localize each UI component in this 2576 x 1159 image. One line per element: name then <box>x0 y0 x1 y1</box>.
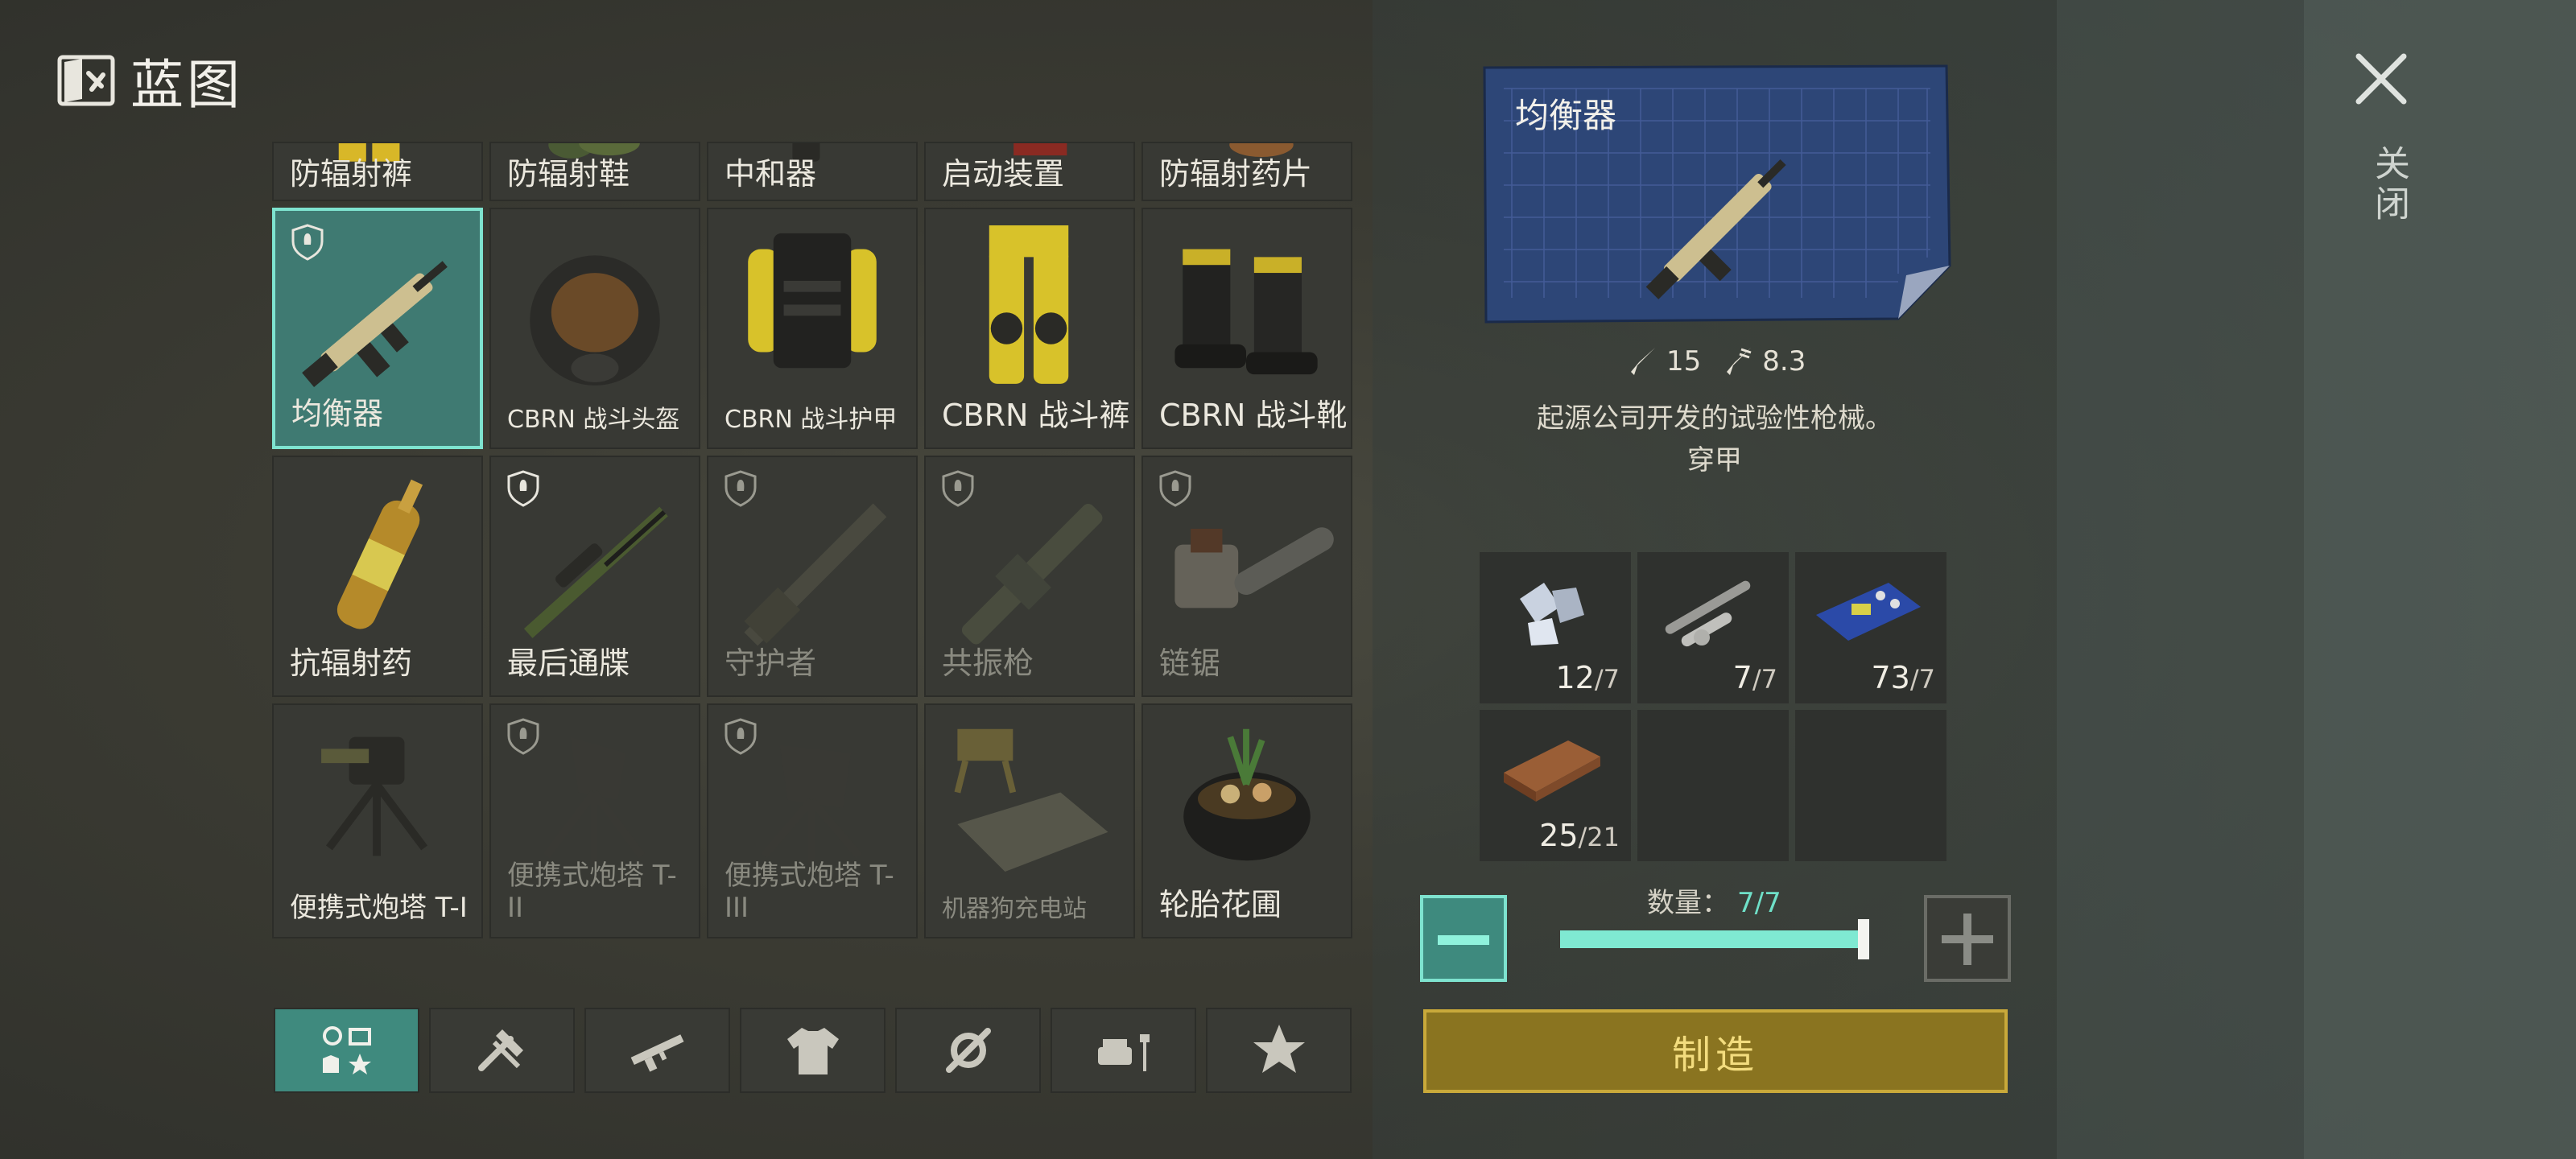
material-slot-empty <box>1795 710 1946 861</box>
mechanics-icon <box>945 1028 991 1073</box>
scrap-metal-icon <box>1520 583 1584 645</box>
tab-clothing[interactable] <box>740 1008 886 1093</box>
blueprint-item[interactable]: 便携式炮塔 T-II <box>489 703 700 938</box>
damage-icon <box>1631 348 1655 375</box>
page-title: 蓝图 <box>130 54 243 116</box>
blueprint-item[interactable]: 机器狗充电站 <box>924 703 1135 938</box>
materials-grid: 12/7 7/7 73/7 25/21 <box>1480 552 1946 861</box>
material-count: 73/7 <box>1871 660 1936 695</box>
item-name: 最后通牒 <box>507 645 630 681</box>
wood-plank-icon <box>1504 740 1600 802</box>
quantity-slider-fill <box>1560 930 1866 948</box>
blueprint-item[interactable]: CBRN 战斗头盔 <box>489 208 700 449</box>
blueprint-item[interactable]: 便携式炮塔 T-I <box>272 703 483 938</box>
close-label[interactable]: 关闭 <box>2363 145 2414 225</box>
item-name: 便携式炮塔 T-I <box>290 892 468 924</box>
item-name: CBRN 战斗靴 <box>1159 398 1348 433</box>
tab-tools[interactable] <box>429 1008 575 1093</box>
blueprint-item[interactable]: 最后通牒 <box>489 456 700 697</box>
tab-all[interactable] <box>274 1008 419 1093</box>
weapon-stats: 15 8.3 <box>1626 344 1806 378</box>
header: 蓝图 <box>56 42 243 119</box>
category-tabs <box>274 1008 1352 1093</box>
material-slot[interactable]: 25/21 <box>1480 710 1631 861</box>
close-x-icon[interactable] <box>2352 50 2410 108</box>
weapons-icon <box>630 1034 684 1072</box>
blueprint-item[interactable]: 防辐射药片 <box>1141 142 1352 201</box>
blueprint-item[interactable]: 共振枪 <box>924 456 1135 697</box>
decrease-quantity-button[interactable] <box>1420 895 1507 982</box>
fire-rate-value: 8.3 <box>1762 345 1806 377</box>
material-slot[interactable]: 12/7 <box>1480 552 1631 703</box>
item-name: 链锯 <box>1159 645 1221 681</box>
material-slot[interactable]: 7/7 <box>1637 552 1789 703</box>
quantity-slider[interactable] <box>1560 930 1866 948</box>
tools-icon <box>477 1029 523 1071</box>
item-name: 机器狗充电站 <box>942 895 1087 923</box>
item-name: 防辐射药片 <box>1159 156 1313 192</box>
blueprint-grid: 防辐射裤 防辐射鞋 中和器 启动装置 防辐射药片 均衡器 CBRN 战斗头盔 C… <box>272 142 1352 979</box>
item-name: 均衡器 <box>291 396 384 431</box>
tab-furniture[interactable] <box>1051 1008 1196 1093</box>
item-name: 防辐射鞋 <box>507 156 630 192</box>
blueprint-item[interactable]: 中和器 <box>707 142 918 201</box>
tab-weapons[interactable] <box>584 1008 730 1093</box>
item-description: 起源公司开发的试验性枪械。 穿甲 <box>1481 398 1948 481</box>
quantity-value: 7/7 <box>1737 887 1781 919</box>
blueprint-item[interactable]: CBRN 战斗靴 <box>1141 208 1352 449</box>
blueprint-item[interactable]: CBRN 战斗裤 <box>924 208 1135 449</box>
material-count: 7/7 <box>1732 660 1777 695</box>
fire-rate-icon <box>1727 348 1752 375</box>
item-name: 抗辐射药 <box>290 645 413 681</box>
quantity-slider-knob[interactable] <box>1858 919 1869 959</box>
blueprint-book-icon <box>57 55 115 106</box>
item-name: CBRN 战斗裤 <box>942 398 1130 433</box>
item-name: CBRN 战斗头盔 <box>507 406 680 434</box>
item-name: 启动装置 <box>942 156 1065 192</box>
fire-rate-stat: 8.3 <box>1722 344 1806 378</box>
quantity-label: 数量： 7/7 <box>1647 887 1781 919</box>
material-slot-empty <box>1637 710 1789 861</box>
damage-stat: 15 <box>1626 344 1701 378</box>
circuit-board-icon <box>1816 583 1921 641</box>
blueprint-item[interactable]: 防辐射鞋 <box>489 142 700 201</box>
craft-button[interactable]: 制造 <box>1423 1009 2008 1093</box>
increase-quantity-button[interactable] <box>1924 895 2011 982</box>
description-line: 起源公司开发的试验性枪械。 <box>1537 402 1893 435</box>
item-name: 守护者 <box>724 645 817 681</box>
damage-value: 15 <box>1666 345 1702 377</box>
item-name: 便携式炮塔 T-II <box>507 860 677 924</box>
blueprint-item[interactable]: 防辐射裤 <box>272 142 483 201</box>
item-name: CBRN 战斗护甲 <box>724 406 898 434</box>
item-name: 轮胎花圃 <box>1159 887 1282 922</box>
furniture-icon <box>1097 1034 1150 1071</box>
blueprint-title: 均衡器 <box>1515 96 1617 135</box>
blueprint-item[interactable]: 守护者 <box>707 456 918 697</box>
item-name: 中和器 <box>724 156 817 192</box>
clothing-icon <box>786 1028 839 1074</box>
weapon-parts-icon <box>1665 580 1751 647</box>
blueprint-item[interactable]: 启动装置 <box>924 142 1135 201</box>
blueprint-item[interactable]: 链锯 <box>1141 456 1352 697</box>
blueprint-item[interactable]: 轮胎花圃 <box>1141 703 1352 938</box>
blueprint-item[interactable]: CBRN 战斗护甲 <box>707 208 918 449</box>
blueprint-item[interactable]: 便携式炮塔 T-III <box>707 703 918 938</box>
tab-favorites[interactable] <box>1206 1008 1352 1093</box>
item-name: 便携式炮塔 T-III <box>724 860 894 924</box>
blueprint-item-selected[interactable]: 均衡器 <box>272 208 483 449</box>
item-name: 共振枪 <box>942 645 1034 681</box>
material-count: 12/7 <box>1555 660 1620 695</box>
material-slot[interactable]: 73/7 <box>1795 552 1946 703</box>
blueprint-item[interactable]: 抗辐射药 <box>272 456 483 697</box>
item-name: 防辐射裤 <box>290 156 413 192</box>
description-tag: 穿甲 <box>1687 444 1742 476</box>
material-count: 25/21 <box>1539 818 1620 853</box>
favorites-star-icon <box>1253 1025 1305 1073</box>
tab-mechanics[interactable] <box>895 1008 1041 1093</box>
right-panel-background-3 <box>2304 0 2576 1159</box>
all-categories-icon <box>322 1026 371 1074</box>
